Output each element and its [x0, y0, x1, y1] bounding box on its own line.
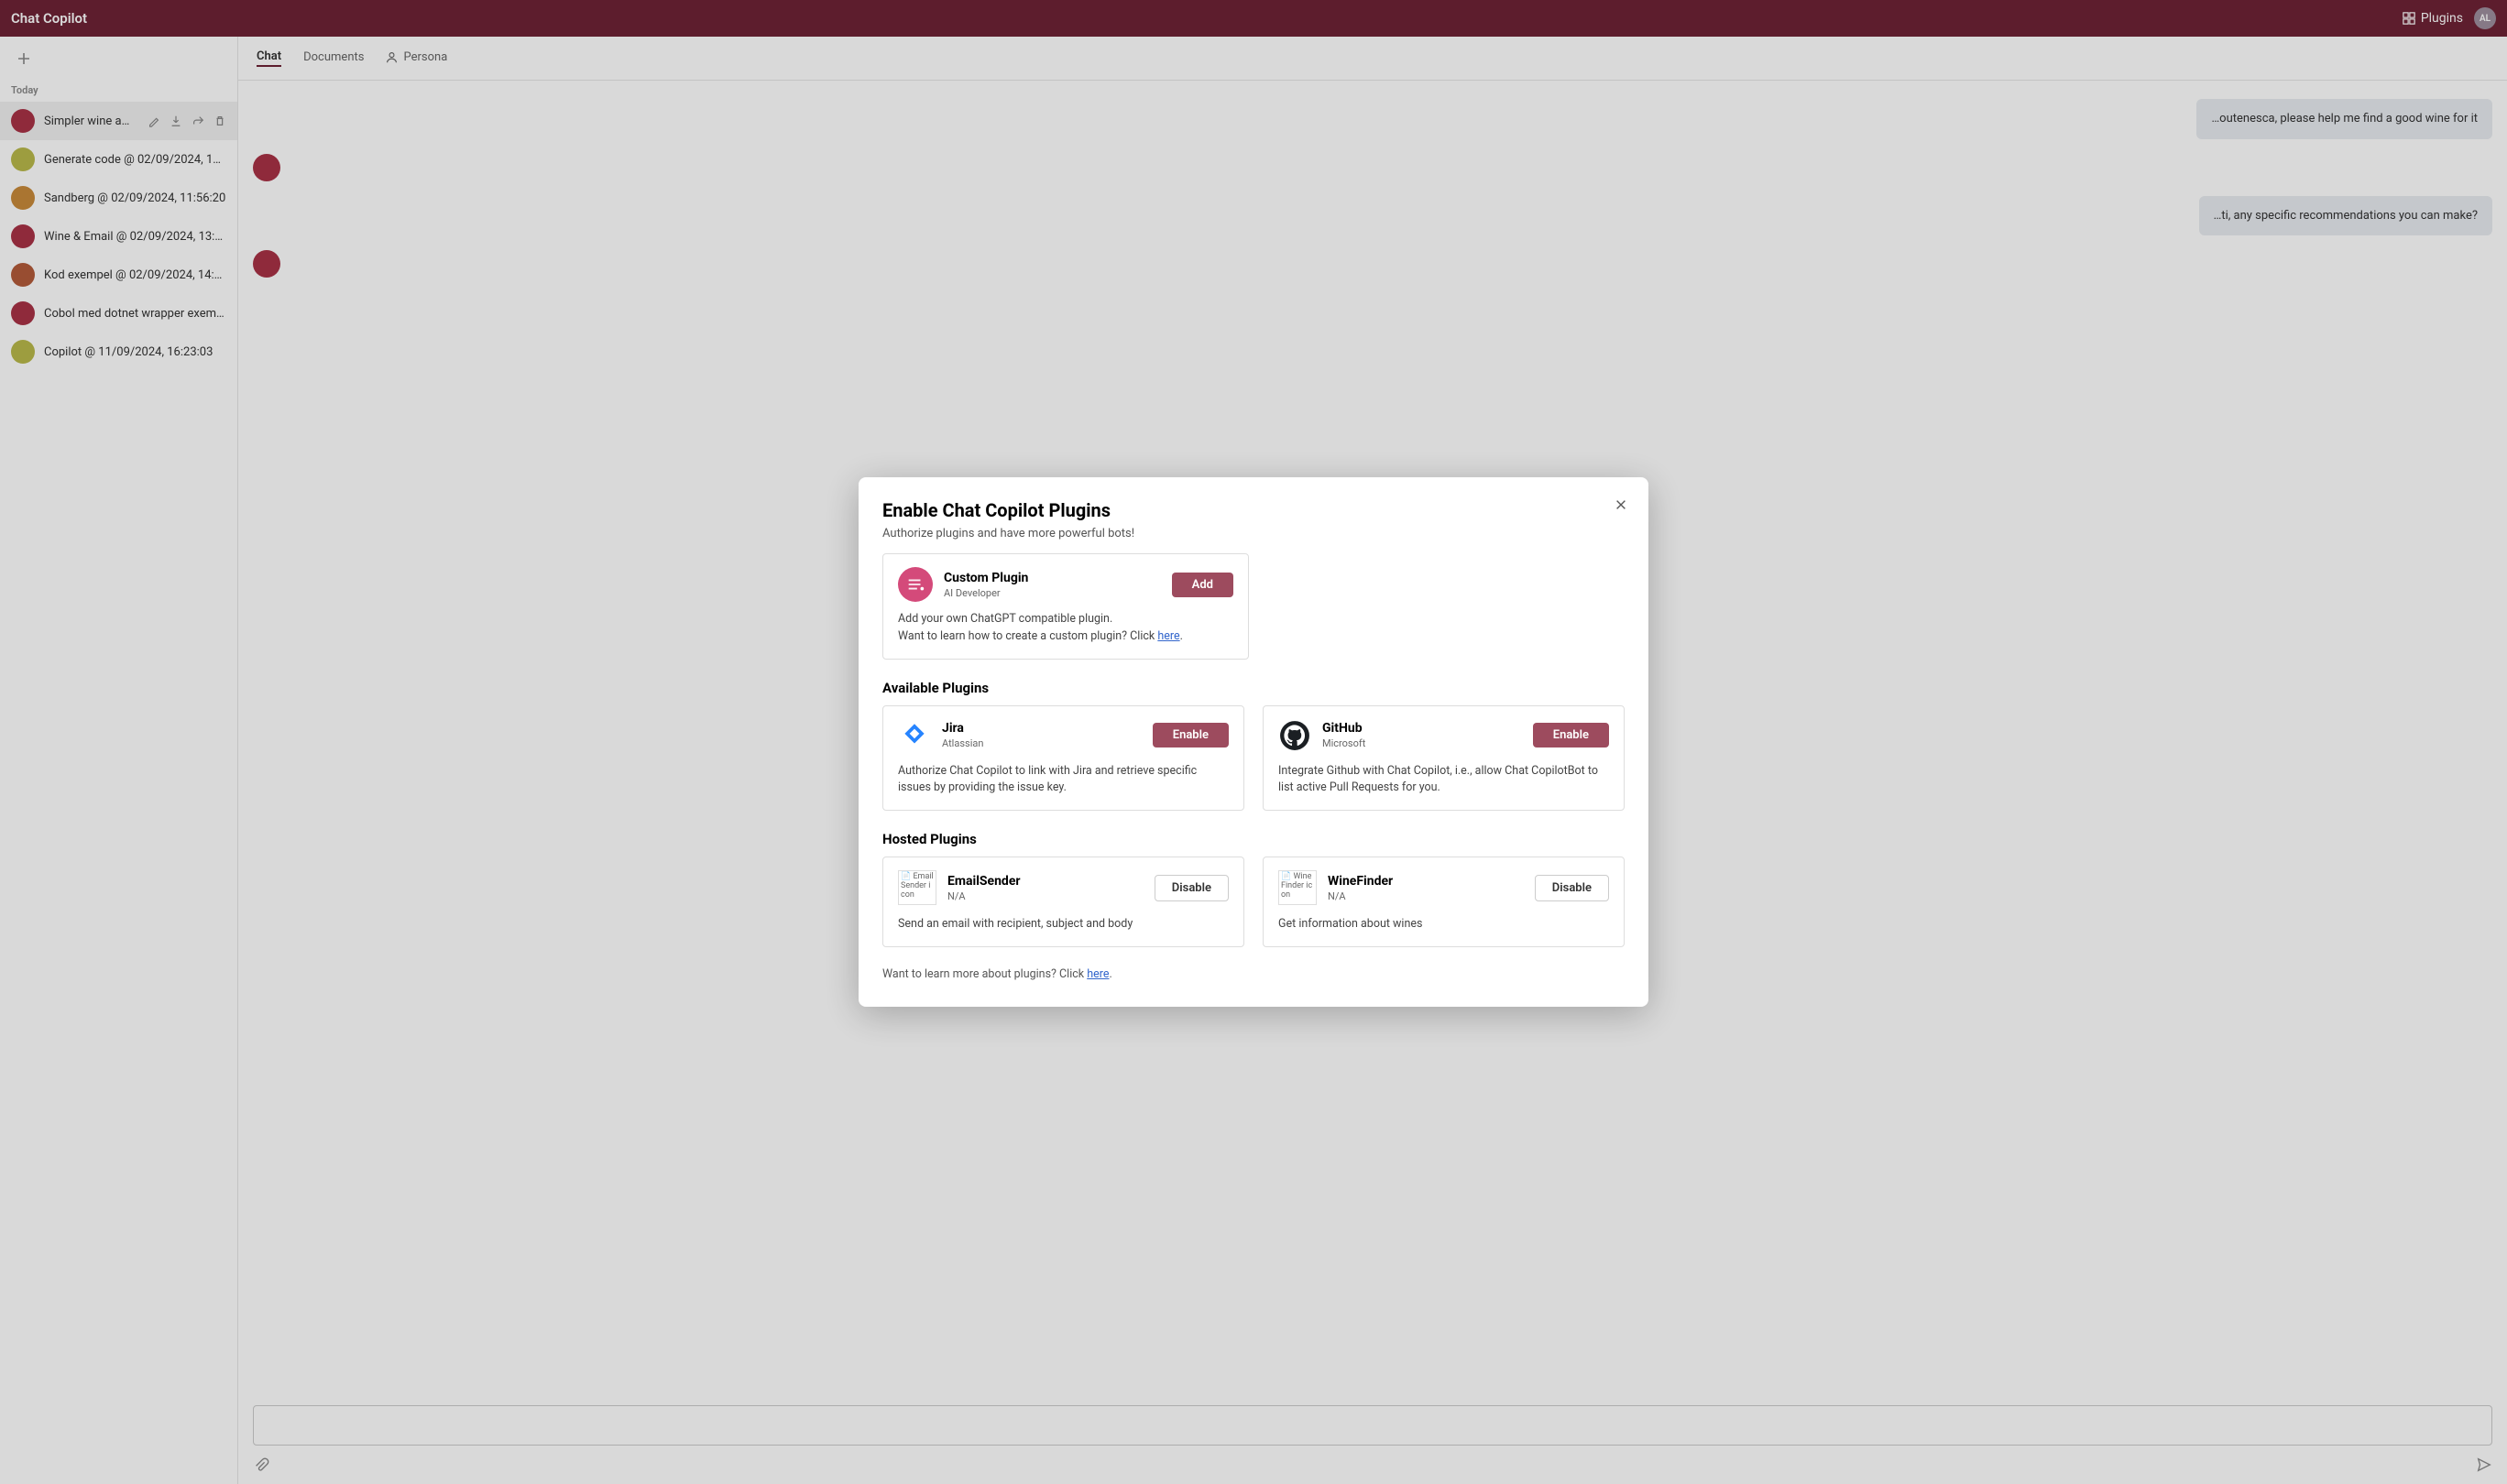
plugin-card: JiraAtlassian Enable Authorize Chat Copilo…: [882, 705, 1244, 812]
modal-overlay[interactable]: Enable Chat Copilot Plugins Authorize pl…: [0, 0, 2507, 1484]
custom-plugin-publisher: AI Developer: [944, 587, 1161, 599]
custom-plugin-desc: Add your own ChatGPT compatible plugin. …: [898, 611, 1233, 646]
plugin-card: GitHubMicrosoft Enable Integrate Github wi…: [1263, 705, 1625, 812]
custom-desc-line1: Add your own ChatGPT compatible plugin.: [898, 612, 1112, 626]
disable-button[interactable]: Disable: [1535, 875, 1609, 901]
custom-plugin-icon: [898, 567, 933, 602]
plugin-desc: Send an email with recipient, subject an…: [898, 916, 1229, 933]
plugin-name: Jira: [942, 721, 1142, 736]
plugin-name: GitHub: [1322, 721, 1522, 736]
custom-desc-line2-pre: Want to learn how to create a custom plu…: [898, 629, 1157, 643]
plugin-desc: Authorize Chat Copilot to link with Jira…: [898, 763, 1229, 798]
broken-image-icon: 📄 EmailSender icon: [898, 870, 936, 905]
close-icon[interactable]: [1612, 496, 1630, 514]
github-icon: [1278, 719, 1311, 752]
custom-plugin-here-link[interactable]: here: [1157, 629, 1179, 643]
custom-desc-line2-post: .: [1180, 629, 1183, 643]
disable-button[interactable]: Disable: [1155, 875, 1229, 901]
plugin-card: 📄 WineFinder icon WineFinderN/A Disable Get…: [1263, 857, 1625, 947]
hosted-plugins-heading: Hosted Plugins: [882, 831, 1625, 847]
plugin-name: EmailSender: [947, 874, 1144, 889]
plugin-publisher: N/A: [947, 890, 1144, 902]
custom-plugin-card: Custom Plugin AI Developer Add Add your …: [882, 553, 1249, 660]
plugin-card: 📄 EmailSender icon EmailSenderN/A Disable S…: [882, 857, 1244, 947]
plugins-modal: Enable Chat Copilot Plugins Authorize pl…: [859, 477, 1648, 1007]
footer-post: .: [1109, 967, 1111, 981]
modal-title: Enable Chat Copilot Plugins: [882, 499, 1625, 521]
plugin-publisher: Atlassian: [942, 737, 1142, 749]
modal-footer: Want to learn more about plugins? Click …: [882, 967, 1625, 981]
enable-button[interactable]: Enable: [1533, 723, 1609, 747]
plugin-publisher: N/A: [1328, 890, 1524, 902]
available-plugins-heading: Available Plugins: [882, 680, 1625, 696]
enable-button[interactable]: Enable: [1153, 723, 1229, 747]
plugin-desc: Get information about wines: [1278, 916, 1609, 933]
modal-subtitle: Authorize plugins and have more powerful…: [882, 527, 1625, 540]
jira-icon: [898, 719, 931, 752]
broken-image-icon: 📄 WineFinder icon: [1278, 870, 1317, 905]
plugin-publisher: Microsoft: [1322, 737, 1522, 749]
custom-plugin-title: Custom Plugin: [944, 571, 1161, 585]
plugin-name: WineFinder: [1328, 874, 1524, 889]
learn-more-link[interactable]: here: [1087, 967, 1109, 981]
add-button[interactable]: Add: [1172, 573, 1233, 597]
plugin-desc: Integrate Github with Chat Copilot, i.e.…: [1278, 763, 1609, 798]
footer-pre: Want to learn more about plugins? Click: [882, 967, 1087, 981]
